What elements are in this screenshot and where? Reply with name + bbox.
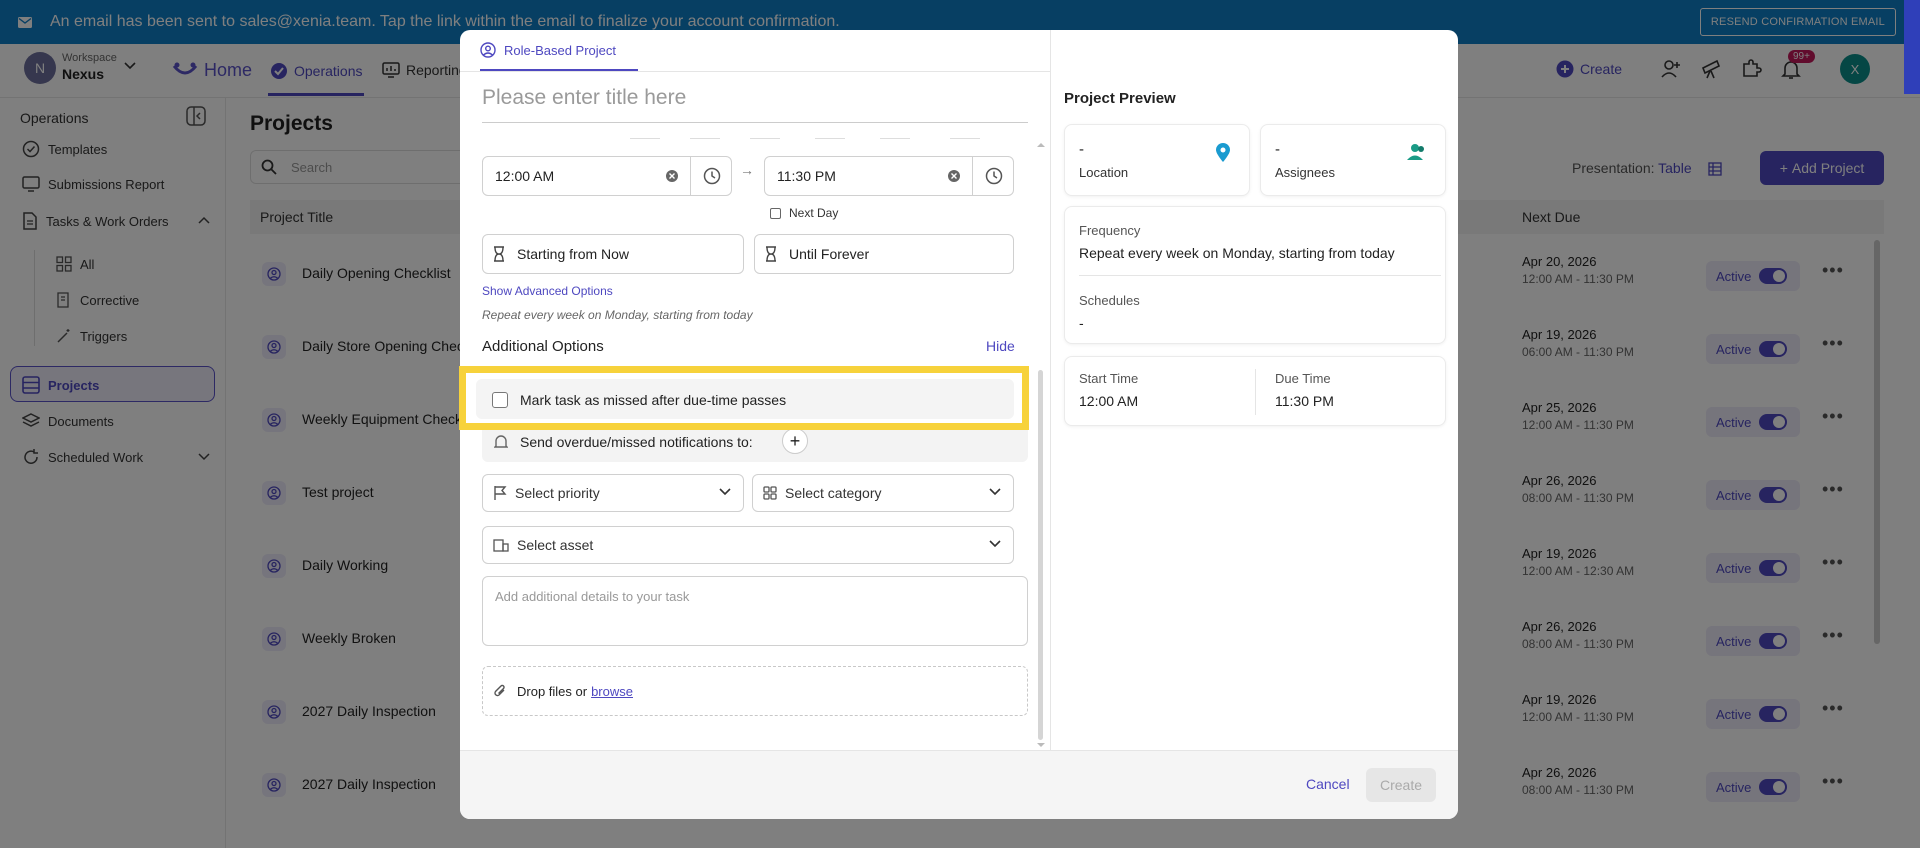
modal-divider [1050, 30, 1051, 750]
frequency-value: Repeat every week on Monday, starting fr… [1079, 245, 1395, 261]
due-time-value: 11:30 PM [1275, 393, 1334, 409]
cancel-button[interactable]: Cancel [1306, 776, 1350, 792]
assignees-value: - [1275, 141, 1280, 158]
active-tab-indicator [480, 69, 638, 71]
repeat-summary: Repeat every week on Monday, starting fr… [482, 308, 753, 322]
tab-role-based-project[interactable]: Role-Based Project [480, 42, 616, 58]
divider [815, 138, 845, 139]
divider [972, 157, 973, 195]
scroll-up-icon[interactable] [1036, 142, 1046, 148]
flag-icon [493, 485, 507, 501]
start-time-value: 12:00 AM [1079, 393, 1139, 409]
schedules-value: - [1079, 315, 1084, 331]
divider [690, 138, 720, 139]
divider [1255, 369, 1256, 415]
end-time-field[interactable]: 11:30 PM [764, 156, 1014, 196]
until-value: Until Forever [789, 246, 870, 262]
title-underline [482, 122, 1028, 123]
assignees-card: - Assignees [1260, 124, 1446, 196]
edge-bar [1904, 0, 1920, 94]
asset-icon [493, 538, 509, 552]
assignees-label: Assignees [1275, 165, 1335, 180]
preview-title: Project Preview [1064, 90, 1176, 107]
mark-missed-option-highlight: Mark task as missed after due-time passe… [459, 366, 1029, 430]
divider [880, 138, 910, 139]
modal-tabs: Role-Based Project [460, 30, 1050, 72]
bell-icon [494, 434, 508, 450]
mark-missed-checkbox[interactable] [492, 392, 508, 408]
chevron-down-icon [719, 488, 731, 496]
scroll-down-icon[interactable] [1036, 742, 1046, 748]
chevron-down-icon [989, 540, 1001, 548]
location-card: - Location [1064, 124, 1250, 196]
divider [690, 157, 691, 195]
start-time-field[interactable]: 12:00 AM [482, 156, 732, 196]
clear-icon[interactable] [665, 169, 679, 183]
file-dropzone[interactable]: Drop files or browse [482, 666, 1028, 716]
frequency-label: Frequency [1079, 223, 1141, 238]
asset-placeholder: Select asset [517, 537, 594, 553]
hourglass-icon [493, 246, 505, 262]
project-title-input[interactable]: Please enter title here [482, 86, 686, 110]
hourglass-icon [765, 246, 777, 262]
location-value: - [1079, 141, 1084, 158]
paperclip-icon [493, 683, 507, 699]
category-placeholder: Select category [785, 485, 882, 501]
hide-options-link[interactable]: Hide [986, 338, 1015, 354]
divider [950, 138, 980, 139]
location-label: Location [1079, 165, 1129, 180]
priority-select[interactable]: Select priority [482, 474, 744, 512]
send-notifications-label: Send overdue/missed notifications to: [520, 434, 753, 450]
starting-value: Starting from Now [517, 246, 630, 262]
create-submit-button[interactable]: Create [1366, 768, 1436, 802]
clock-icon[interactable] [985, 167, 1003, 185]
priority-placeholder: Select priority [515, 485, 600, 501]
category-select[interactable]: Select category [752, 474, 1014, 512]
show-advanced-options-link[interactable]: Show Advanced Options [482, 284, 613, 298]
user-circle-icon [480, 42, 496, 58]
start-time-value: 12:00 AM [495, 168, 555, 184]
browse-link[interactable]: browse [591, 684, 633, 699]
next-day-checkbox[interactable]: Next Day [770, 206, 838, 220]
drop-files-label: Drop files or [517, 683, 588, 699]
clock-icon[interactable] [703, 167, 721, 185]
details-textarea[interactable]: Add additional details to your task [482, 576, 1028, 646]
asset-select[interactable]: Select asset [482, 526, 1014, 564]
arrow-right-icon: → [740, 162, 754, 178]
frequency-card: Frequency Repeat every week on Monday, s… [1064, 206, 1446, 344]
due-time-label: Due Time [1275, 371, 1331, 386]
form-scrollbar[interactable] [1038, 370, 1043, 740]
location-pin-icon [1215, 143, 1231, 163]
mark-missed-label[interactable]: Mark task as missed after due-time passe… [520, 392, 786, 408]
starting-from-field[interactable]: Starting from Now [482, 234, 744, 274]
until-field[interactable]: Until Forever [754, 234, 1014, 274]
divider [750, 138, 780, 139]
divider [1079, 275, 1441, 276]
users-icon [1407, 143, 1427, 161]
grid-icon [763, 486, 777, 500]
clear-icon[interactable] [947, 169, 961, 183]
additional-options-heading: Additional Options [482, 338, 604, 355]
schedules-label: Schedules [1079, 293, 1140, 308]
time-card: Start Time 12:00 AM Due Time 11:30 PM [1064, 356, 1446, 426]
add-recipient-button[interactable]: + [782, 428, 808, 454]
end-time-value: 11:30 PM [777, 168, 836, 184]
divider [630, 138, 660, 139]
start-time-label: Start Time [1079, 371, 1139, 386]
next-day-label: Next Day [789, 206, 839, 220]
tab-label: Role-Based Project [504, 42, 616, 58]
chevron-down-icon [989, 488, 1001, 496]
checkbox-box[interactable] [770, 207, 781, 219]
